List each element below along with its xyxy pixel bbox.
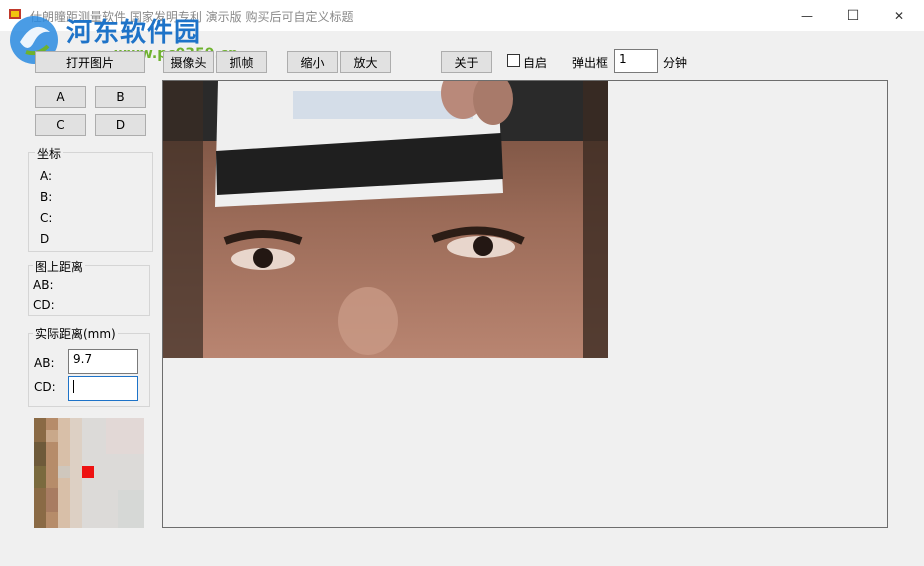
coord-c-label: C: xyxy=(40,211,53,225)
real-distance-legend: 实际距离(mm) xyxy=(33,325,118,342)
popup-minutes-input[interactable]: 1 xyxy=(614,49,658,73)
real-distance-ab-input[interactable]: 9.7 xyxy=(68,349,138,374)
popup-label: 弹出框 xyxy=(572,56,609,70)
open-image-button[interactable]: 打开图片 xyxy=(35,51,145,73)
point-d-button[interactable]: D xyxy=(95,114,146,136)
image-distance-cd-label: CD: xyxy=(33,298,55,312)
capture-frame-button[interactable]: 抓帧 xyxy=(216,51,267,73)
point-b-button[interactable]: B xyxy=(95,86,146,108)
minutes-label: 分钟 xyxy=(663,56,688,70)
zoom-in-button[interactable]: 放大 xyxy=(340,51,391,73)
magnifier-preview xyxy=(34,418,144,528)
close-button[interactable]: ✕ xyxy=(876,0,922,31)
camera-button[interactable]: 摄像头 xyxy=(163,51,214,73)
real-distance-cd-label: CD: xyxy=(34,380,56,394)
coord-b-label: B: xyxy=(40,190,53,204)
marker-point xyxy=(82,466,94,478)
about-button[interactable]: 关于 xyxy=(441,51,492,73)
maximize-icon: ☐ xyxy=(846,7,860,24)
coord-a-label: A: xyxy=(40,169,53,183)
real-distance-cd-input[interactable] xyxy=(68,376,138,401)
camera-photo xyxy=(163,81,608,358)
auto-start-label: 自启 xyxy=(523,56,548,70)
text-cursor xyxy=(73,380,74,393)
image-distance-ab-label: AB: xyxy=(33,278,54,292)
minimize-icon: — xyxy=(801,8,813,23)
real-distance-ab-label: AB: xyxy=(34,356,55,370)
coord-d-label: D xyxy=(40,232,50,246)
point-c-button[interactable]: C xyxy=(35,114,86,136)
image-distance-legend: 图上距离 xyxy=(33,258,86,275)
auto-start-checkbox[interactable] xyxy=(507,54,520,67)
zoom-out-button[interactable]: 缩小 xyxy=(287,51,338,73)
point-a-button[interactable]: A xyxy=(35,86,86,108)
minimize-button[interactable]: — xyxy=(784,0,830,31)
coords-legend: 坐标 xyxy=(35,145,64,162)
close-icon: ✕ xyxy=(893,8,905,23)
maximize-button[interactable]: ☐ xyxy=(830,0,876,31)
watermark-name: 河东软件园 xyxy=(66,18,202,48)
